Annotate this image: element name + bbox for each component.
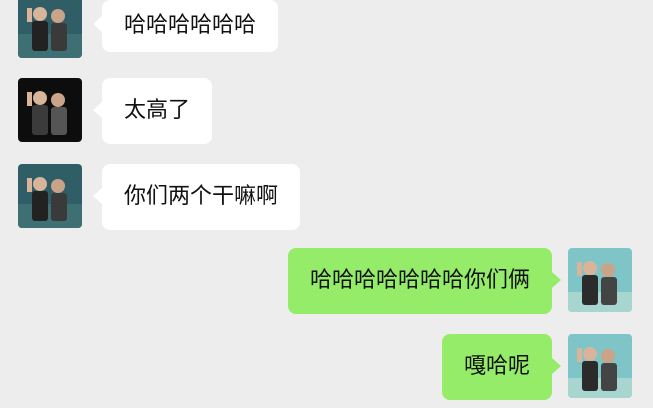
message-text: 嘎哈呢 (463, 354, 530, 379)
message-bubble[interactable]: 哈哈哈哈哈哈哈你们俩 (287, 248, 552, 314)
message-bubble[interactable]: 嘎哈呢 (441, 334, 552, 400)
message-bubble[interactable]: 哈哈哈哈哈哈 (102, 0, 279, 52)
group-photo-icon (18, 164, 82, 228)
message-row: 哈哈哈哈哈哈 (0, 0, 653, 64)
group-photo-icon (18, 78, 82, 142)
group-photo-icon (568, 334, 632, 398)
message-row: 你们两个干嘛啊 (0, 164, 653, 230)
group-photo-icon (568, 248, 632, 312)
contact-avatar[interactable] (18, 78, 82, 142)
self-avatar[interactable] (568, 334, 632, 398)
message-text: 太高了 (124, 98, 191, 123)
group-photo-icon (18, 0, 82, 58)
contact-avatar[interactable] (18, 0, 82, 58)
message-row: 嘎哈呢 (0, 334, 653, 400)
message-text: 你们两个干嘛啊 (124, 184, 279, 209)
self-avatar[interactable] (568, 248, 632, 312)
message-row: 太高了 (0, 78, 653, 144)
message-text: 哈哈哈哈哈哈哈你们俩 (309, 268, 530, 293)
contact-avatar[interactable] (18, 164, 82, 228)
message-bubble[interactable]: 你们两个干嘛啊 (102, 164, 301, 230)
message-text: 哈哈哈哈哈哈 (124, 13, 257, 38)
message-bubble[interactable]: 太高了 (102, 78, 213, 144)
message-row: 哈哈哈哈哈哈哈你们俩 (0, 248, 653, 314)
